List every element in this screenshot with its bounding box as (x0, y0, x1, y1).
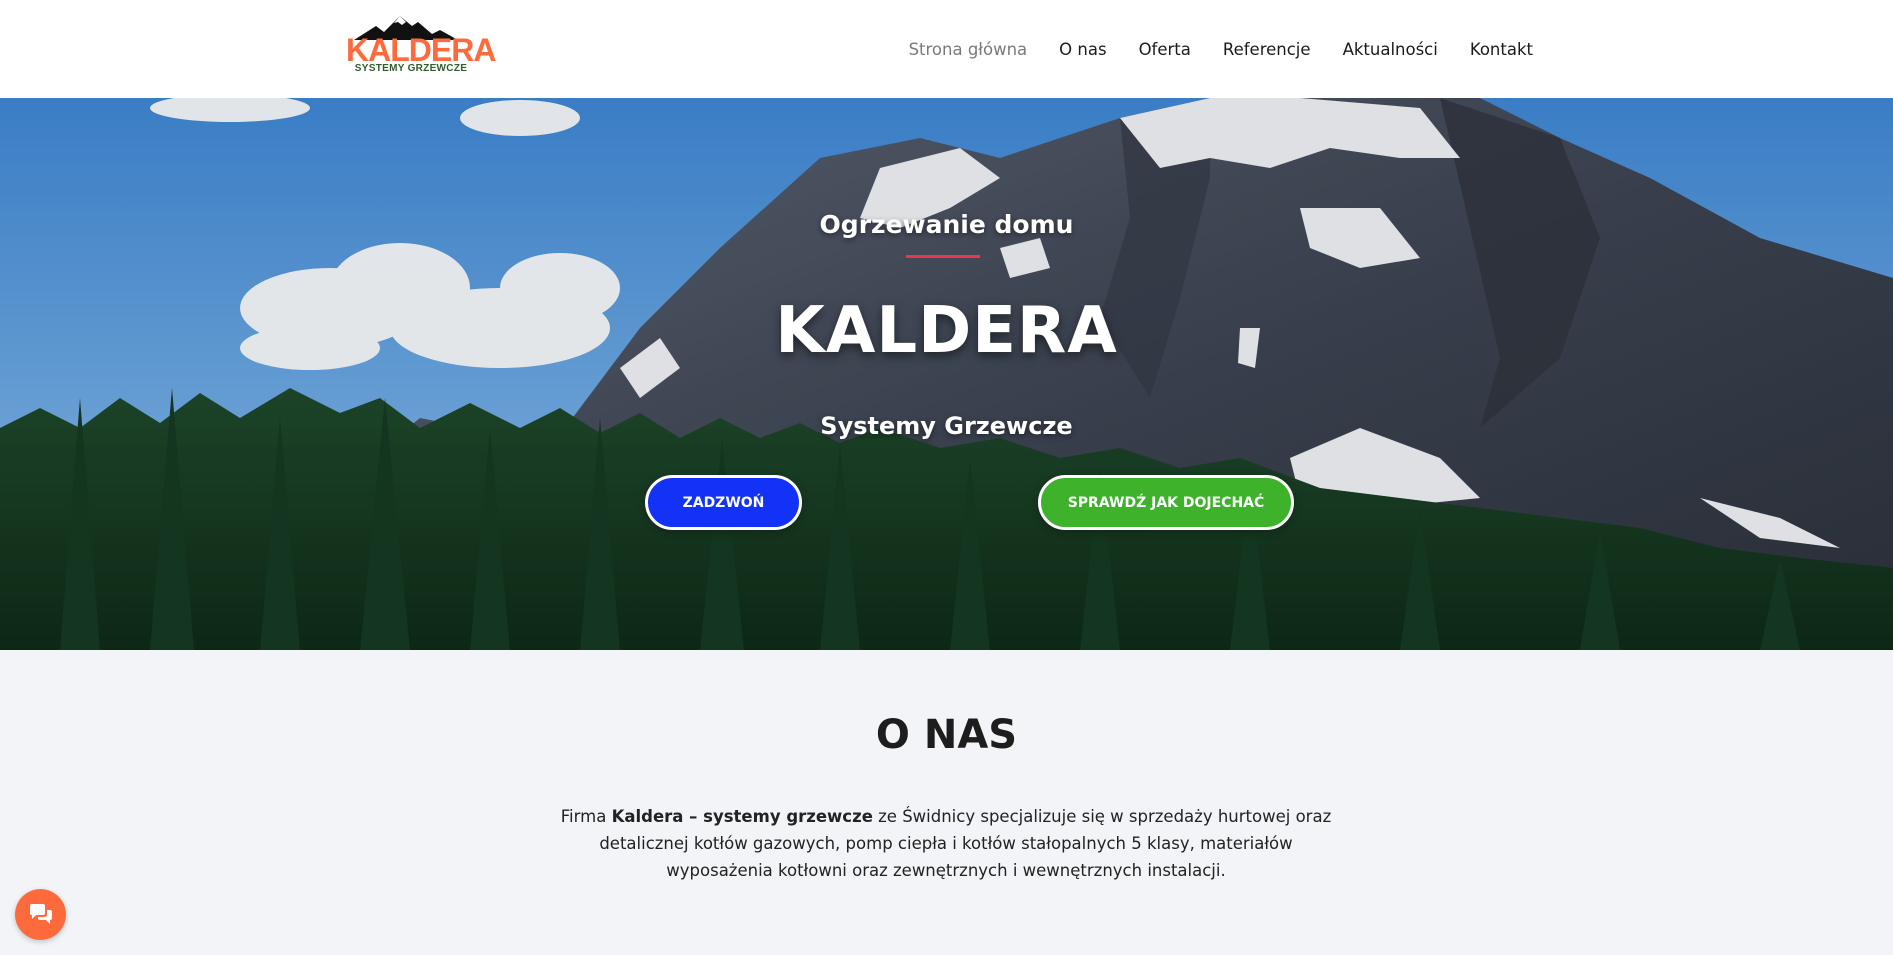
directions-button[interactable]: SPRAWDŹ JAK DOJECHAĆ (1038, 475, 1294, 530)
about-text-prefix: Firma (560, 806, 612, 826)
logo-subtitle: SYSTEMY GRZEWCZE (354, 63, 468, 74)
hero-subtitle: Systemy Grzewcze (820, 412, 1073, 440)
nav-item-references[interactable]: Referencje (1223, 40, 1311, 59)
hero-divider (906, 255, 980, 258)
about-paragraph: Firma Kaldera – systemy grzewcze ze Świd… (546, 803, 1346, 884)
site-logo[interactable]: KALDERA SYSTEMY GRZEWCZE (346, 14, 496, 76)
chat-bubbles-icon (29, 903, 52, 924)
main-nav: Strona główna O nas Oferta Referencje Ak… (909, 0, 1533, 98)
nav-item-about[interactable]: O nas (1059, 40, 1106, 59)
site-header: KALDERA SYSTEMY GRZEWCZE Strona główna O… (0, 0, 1893, 98)
hero-background-image (0, 98, 1893, 650)
chat-button[interactable] (15, 889, 66, 940)
logo-title: KALDERA (346, 32, 496, 68)
nav-item-home[interactable]: Strona główna (909, 40, 1028, 59)
nav-item-offer[interactable]: Oferta (1139, 40, 1191, 59)
about-heading: O NAS (875, 712, 1018, 758)
hero-title: KALDERA (775, 294, 1118, 368)
hero-kicker: Ogrzewanie domu (819, 210, 1074, 239)
call-button[interactable]: ZADZWOŃ (645, 475, 802, 530)
nav-item-contact[interactable]: Kontakt (1470, 40, 1533, 59)
nav-item-news[interactable]: Aktualności (1343, 40, 1438, 59)
hero-section: Ogrzewanie domu KALDERA Systemy Grzewcze… (0, 98, 1893, 650)
about-company-name: Kaldera – systemy grzewcze (611, 806, 873, 826)
about-section: O NAS Firma Kaldera – systemy grzewcze z… (0, 650, 1893, 955)
